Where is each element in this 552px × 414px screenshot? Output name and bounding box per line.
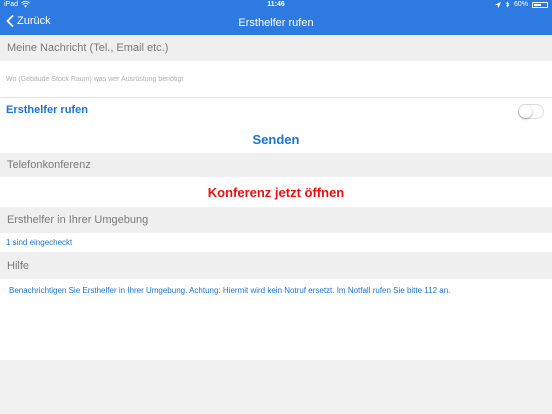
battery-icon bbox=[532, 1, 548, 8]
page-title: Ersthelfer rufen bbox=[238, 17, 314, 29]
status-right: 60% bbox=[494, 1, 548, 8]
conference-section-title: Telefonkonferenz bbox=[7, 159, 91, 171]
nav-bar: Zurück Ersthelfer rufen bbox=[0, 10, 552, 35]
call-helper-row: Ersthelfer rufen bbox=[0, 98, 552, 125]
message-section-header: Meine Nachricht (Tel., Email etc.) bbox=[0, 35, 552, 61]
message-row bbox=[0, 61, 552, 97]
nearby-status-row: 1 sind eingecheckt bbox=[0, 233, 552, 252]
conference-section-header: Telefonkonferenz bbox=[0, 153, 552, 177]
message-input[interactable] bbox=[6, 61, 546, 97]
location-arrow-icon bbox=[494, 1, 501, 8]
bluetooth-icon bbox=[505, 1, 510, 8]
toggle-knob bbox=[519, 105, 532, 118]
call-helper-label: Ersthelfer rufen bbox=[6, 104, 88, 116]
call-helper-toggle[interactable] bbox=[518, 104, 544, 119]
open-conference-button[interactable]: Konferenz jetzt öffnen bbox=[0, 177, 552, 207]
status-bar: iPad 11:46 60% bbox=[0, 0, 552, 10]
nearby-section-header: Ersthelfer in Ihrer Umgebung bbox=[0, 207, 552, 233]
help-section-header: Hilfe bbox=[0, 252, 552, 279]
status-time: 11:46 bbox=[267, 1, 285, 8]
help-text: Benachrichtigen Sie Ersthelfer in Ihrer … bbox=[9, 286, 451, 295]
battery-percent: 60% bbox=[513, 1, 528, 8]
send-row: Senden bbox=[0, 125, 552, 153]
conference-row: Konferenz jetzt öffnen bbox=[0, 177, 552, 207]
send-button[interactable]: Senden bbox=[0, 125, 552, 153]
help-row: Benachrichtigen Sie Ersthelfer in Ihrer … bbox=[0, 279, 552, 360]
help-section-title: Hilfe bbox=[7, 259, 30, 272]
nearby-section-title: Ersthelfer in Ihrer Umgebung bbox=[7, 214, 149, 226]
message-section-title: Meine Nachricht (Tel., Email etc.) bbox=[7, 42, 169, 54]
checked-in-status: 1 sind eingecheckt bbox=[6, 238, 73, 247]
battery-fill bbox=[534, 3, 542, 6]
